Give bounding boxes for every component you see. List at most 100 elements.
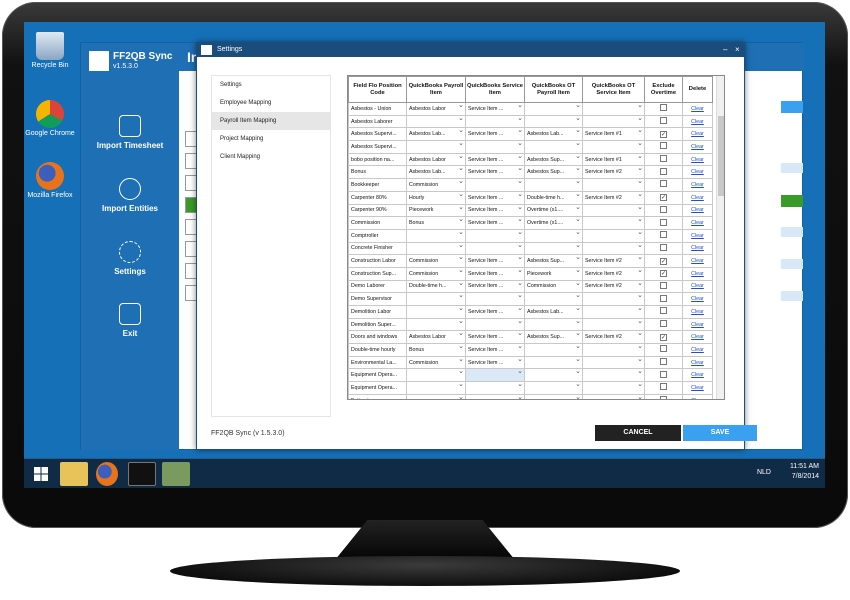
position-code-cell[interactable]: Doors and windows <box>348 330 407 345</box>
mapping-dropdown[interactable] <box>465 178 525 192</box>
column-header[interactable]: QuickBooks Payroll Item <box>406 76 466 103</box>
mapping-dropdown[interactable]: Asbestos Lab... <box>406 165 466 180</box>
mapping-dropdown[interactable]: Asbestos Lab... <box>406 127 466 142</box>
mapping-dropdown[interactable]: Service Item #2 <box>582 190 645 205</box>
mapping-dropdown[interactable]: Hourly <box>406 190 466 205</box>
mapping-dropdown[interactable]: Asbestos Labor <box>406 152 466 167</box>
mapping-dropdown[interactable]: Service Item ... <box>465 279 525 294</box>
mapping-dropdown[interactable]: Asbestos Sup... <box>524 254 583 268</box>
mapping-dropdown[interactable]: Service Item ... <box>465 102 525 116</box>
mapping-dropdown[interactable] <box>465 317 525 332</box>
mapping-dropdown[interactable] <box>582 228 645 243</box>
mapping-dropdown[interactable] <box>524 355 583 370</box>
mapping-dropdown[interactable] <box>524 368 583 383</box>
position-code-cell[interactable]: Construction Labor <box>348 254 407 268</box>
mapping-dropdown[interactable] <box>406 305 466 319</box>
clear-link[interactable]: Clear <box>682 127 713 142</box>
mapping-dropdown[interactable]: Bonus <box>406 216 466 230</box>
mapping-dropdown[interactable]: Commission <box>406 355 466 370</box>
mapping-dropdown[interactable] <box>582 114 645 129</box>
minimize-button[interactable]: – <box>723 43 727 57</box>
desktop-icon-firefox[interactable]: Mozilla Firefox <box>24 162 76 200</box>
mapping-dropdown[interactable]: Piecework <box>524 266 583 281</box>
mapping-dropdown[interactable]: Service Item ... <box>465 266 525 281</box>
mapping-dropdown[interactable]: Commission <box>406 266 466 281</box>
clear-link[interactable]: Clear <box>682 203 713 218</box>
mapping-dropdown[interactable]: Service Item ... <box>465 216 525 230</box>
position-code-cell[interactable]: Equipment Opera... <box>348 381 407 395</box>
position-code-cell[interactable]: Commission <box>348 216 407 230</box>
nav-item[interactable]: Employee Mapping <box>212 94 330 112</box>
position-code-cell[interactable]: Demolition Labor <box>348 305 407 319</box>
mapping-dropdown[interactable]: Overtime (x1.... <box>524 203 583 218</box>
mapping-dropdown[interactable] <box>524 393 583 399</box>
mapping-dropdown[interactable] <box>582 140 645 154</box>
position-code-cell[interactable]: Asbestos Supervi... <box>348 127 407 142</box>
mapping-dropdown[interactable]: Asbestos Sup... <box>524 330 583 345</box>
position-code-cell[interactable]: Bookkeeper <box>348 178 407 192</box>
exclude-overtime-checkbox[interactable] <box>660 117 667 125</box>
clear-link[interactable]: Clear <box>682 279 713 294</box>
firefox-taskbar-icon[interactable] <box>96 462 118 486</box>
mapping-dropdown[interactable] <box>524 317 583 332</box>
column-header[interactable]: Delete <box>682 76 713 103</box>
mapping-dropdown[interactable] <box>524 343 583 357</box>
mapping-dropdown[interactable]: Service Item ... <box>465 254 525 268</box>
nav-item[interactable]: Client Mapping <box>212 148 330 166</box>
mapping-dropdown[interactable] <box>406 381 466 395</box>
mapping-dropdown[interactable]: Service Item #1 <box>582 127 645 142</box>
exclude-overtime-checkbox[interactable] <box>660 142 667 150</box>
mapping-dropdown[interactable]: Commission <box>406 178 466 192</box>
mapping-dropdown[interactable] <box>582 102 645 116</box>
file-explorer-icon[interactable] <box>60 462 88 486</box>
mapping-dropdown[interactable] <box>524 228 583 243</box>
exclude-overtime-checkbox[interactable] <box>660 320 667 328</box>
mapping-dropdown[interactable] <box>465 114 525 129</box>
mapping-dropdown[interactable]: Service Item #2 <box>582 266 645 281</box>
mapping-dropdown[interactable] <box>582 292 645 306</box>
position-code-cell[interactable]: Concrete Finisher <box>348 241 407 256</box>
position-code-cell[interactable]: Asbestos Laborer <box>348 114 407 129</box>
exclude-overtime-checkbox[interactable] <box>660 104 667 112</box>
exclude-overtime-checkbox[interactable] <box>660 307 667 315</box>
mapping-dropdown[interactable] <box>582 393 645 399</box>
clear-link[interactable]: Clear <box>682 292 713 306</box>
mapping-dropdown[interactable] <box>524 102 583 116</box>
mapping-dropdown[interactable]: Service Item #2 <box>582 330 645 345</box>
mapping-dropdown[interactable]: Service Item #2 <box>582 165 645 180</box>
exclude-overtime-checkbox[interactable] <box>660 281 667 289</box>
mapping-dropdown[interactable] <box>524 114 583 129</box>
save-button[interactable]: SAVE <box>683 425 757 441</box>
mapping-dropdown[interactable]: Service Item ... <box>465 152 525 167</box>
mapping-dropdown[interactable]: Asbestos Sup... <box>524 165 583 180</box>
position-code-cell[interactable]: Construction Sup... <box>348 266 407 281</box>
mapping-dropdown[interactable]: Service Item ... <box>465 343 525 357</box>
exclude-overtime-checkbox[interactable] <box>660 167 667 175</box>
mapping-dropdown[interactable] <box>524 178 583 192</box>
position-code-cell[interactable]: Equipment Opera... <box>348 368 407 383</box>
mapping-dropdown[interactable]: Asbestos Labor <box>406 102 466 116</box>
clear-link[interactable]: Clear <box>682 343 713 357</box>
mapping-dropdown[interactable]: Overtime (x1.... <box>524 216 583 230</box>
position-code-cell[interactable]: Estimator <box>348 393 407 399</box>
mapping-dropdown[interactable] <box>524 140 583 154</box>
clear-link[interactable]: Clear <box>682 241 713 256</box>
exclude-overtime-checkbox[interactable] <box>660 243 667 251</box>
column-header[interactable]: QuickBooks Service Item <box>465 76 525 103</box>
mapping-dropdown[interactable]: Service Item ... <box>465 203 525 218</box>
mapping-dropdown[interactable]: Service Item #2 <box>582 279 645 294</box>
exclude-overtime-checkbox[interactable] <box>660 231 667 239</box>
clear-link[interactable]: Clear <box>682 102 713 116</box>
position-code-cell[interactable]: bobo position na... <box>348 152 407 167</box>
exclude-overtime-checkbox[interactable] <box>660 218 667 226</box>
exclude-overtime-checkbox[interactable] <box>660 396 667 399</box>
mapping-dropdown[interactable] <box>406 241 466 256</box>
clear-link[interactable]: Clear <box>682 393 713 399</box>
mapping-dropdown[interactable] <box>524 381 583 395</box>
mapping-dropdown[interactable]: Service Item ... <box>465 355 525 370</box>
position-code-cell[interactable]: Double-time hourly <box>348 343 407 357</box>
sidebar-item-import-entities[interactable]: Import Entities <box>81 178 179 213</box>
mapping-dropdown[interactable] <box>582 216 645 230</box>
exclude-overtime-checkbox[interactable]: ✓ <box>660 257 667 265</box>
clock-time[interactable]: 11:51 AM <box>790 462 819 472</box>
